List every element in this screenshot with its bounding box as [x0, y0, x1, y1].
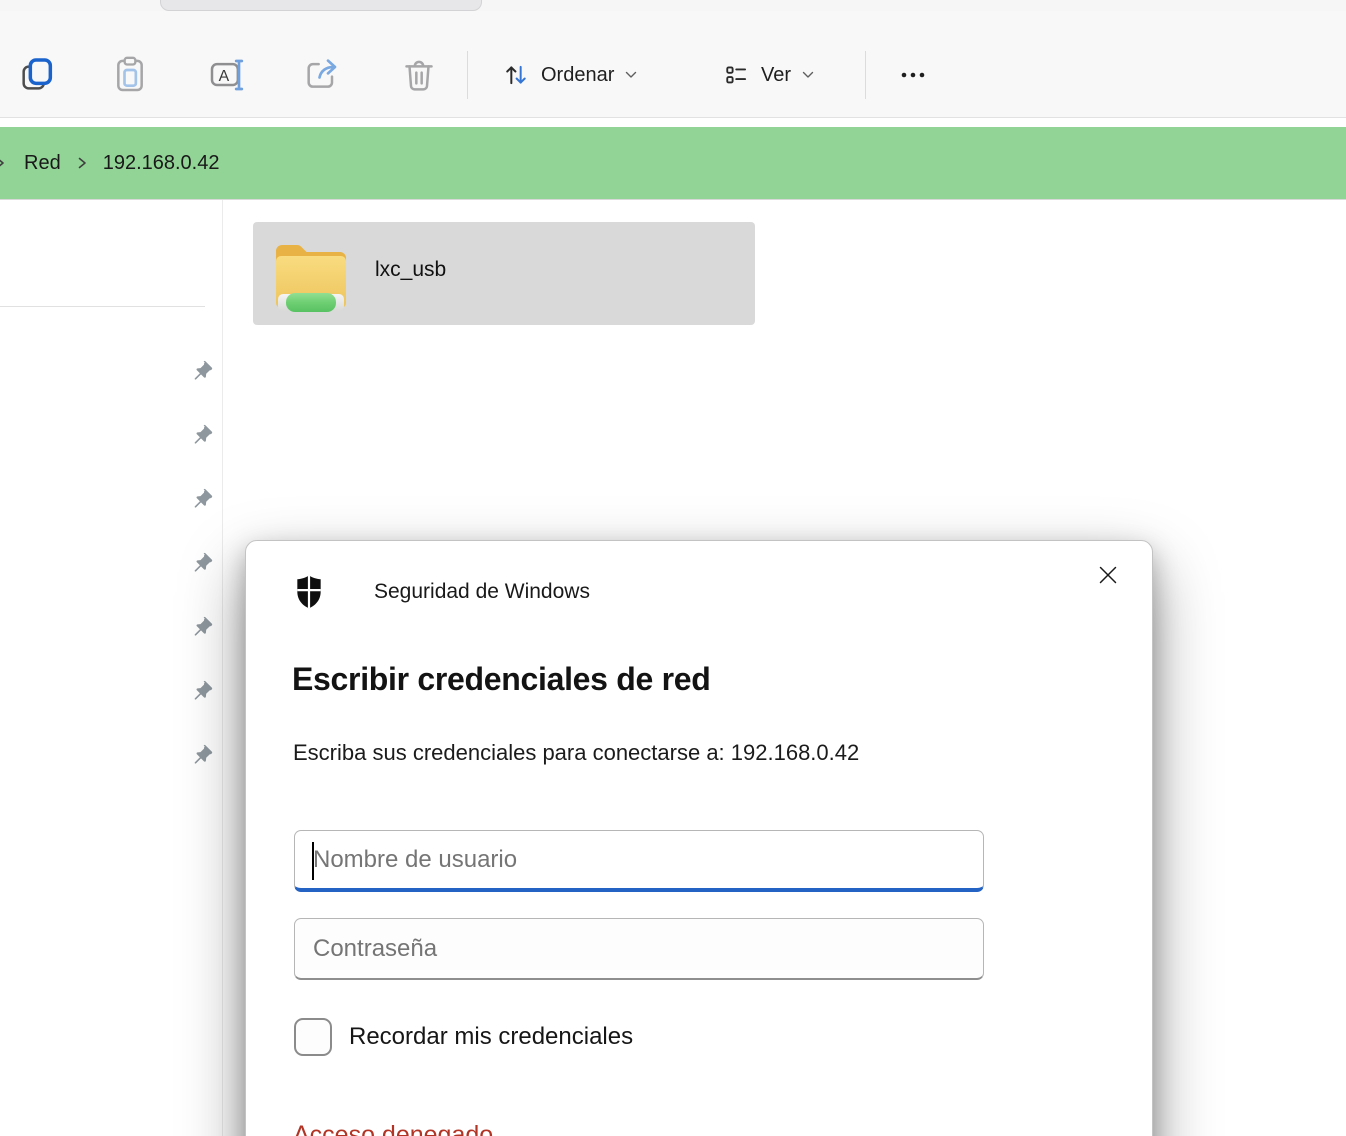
sort-button[interactable]: Ordenar: [492, 49, 647, 101]
more-options-button[interactable]: [888, 49, 938, 101]
windows-shield-icon: [295, 574, 323, 610]
view-button[interactable]: Ver: [712, 49, 824, 101]
chevron-right-icon: [0, 127, 7, 199]
toolbar: A: [0, 11, 1346, 118]
sort-button-label: Ordenar: [541, 64, 614, 87]
remember-credentials-label: Recordar mis credenciales: [349, 1023, 633, 1051]
dialog-title: Escribir credenciales de red: [292, 661, 1072, 698]
sort-arrows-icon: [502, 61, 530, 89]
sidebar-section-divider: [0, 306, 205, 307]
file-list-area: lxc_usb Seguridad de Windows Escribir cr…: [0, 200, 1346, 1136]
rename-icon: A: [207, 55, 247, 95]
delete-icon: [399, 55, 439, 95]
chevron-down-icon: [802, 71, 814, 79]
chevron-down-icon: [625, 71, 637, 79]
username-field-wrap: [294, 830, 984, 892]
sidebar-separator: [222, 200, 223, 1136]
close-icon: [1096, 563, 1120, 587]
pin-icon: [190, 679, 214, 703]
rename-button[interactable]: A: [202, 49, 252, 101]
pin-icon: [190, 487, 214, 511]
view-list-icon: [722, 61, 750, 89]
paste-icon: [110, 55, 150, 95]
pin-icon: [190, 423, 214, 447]
file-explorer-window: A: [0, 0, 1346, 1136]
pin-icon: [190, 743, 214, 767]
pin-icon: [190, 359, 214, 383]
close-button[interactable]: [1086, 553, 1130, 597]
more-ellipsis-icon: [896, 58, 930, 92]
access-denied-error: Acceso denegado.: [293, 1121, 500, 1136]
folder-icon: [270, 234, 352, 318]
breadcrumb-host[interactable]: 192.168.0.42: [99, 146, 224, 181]
remember-credentials-checkbox[interactable]: [294, 1018, 332, 1056]
address-bar[interactable]: Red 192.168.0.42: [0, 127, 1346, 200]
explorer-tab[interactable]: [160, 0, 482, 11]
share-icon: [302, 55, 342, 95]
svg-text:A: A: [219, 68, 230, 85]
chevron-right-icon: [75, 156, 89, 170]
tab-bar: [0, 0, 1346, 11]
copy-icon: [17, 55, 57, 95]
delete-button[interactable]: [394, 49, 444, 101]
dialog-subtitle: Escriba sus credenciales para conectarse…: [293, 740, 1073, 766]
view-button-label: Ver: [761, 64, 791, 87]
password-input[interactable]: [294, 918, 984, 980]
folder-item-lxc-usb[interactable]: lxc_usb: [253, 222, 755, 325]
pin-icon: [190, 551, 214, 575]
dialog-app-title: Seguridad de Windows: [374, 580, 590, 604]
paste-button[interactable]: [105, 49, 155, 101]
toolbar-divider: [467, 51, 468, 99]
share-button[interactable]: [297, 49, 347, 101]
copy-button[interactable]: [12, 49, 62, 101]
remember-credentials-row: Recordar mis credenciales: [294, 1018, 633, 1056]
windows-security-dialog: Seguridad de Windows Escribir credencial…: [245, 540, 1153, 1136]
password-field-wrap: [294, 918, 984, 980]
username-input[interactable]: [294, 830, 984, 892]
text-caret: [312, 842, 314, 880]
toolbar-divider: [865, 51, 866, 99]
folder-name-label: lxc_usb: [375, 258, 446, 282]
breadcrumb-network[interactable]: Red: [20, 146, 65, 181]
pin-icon: [190, 615, 214, 639]
